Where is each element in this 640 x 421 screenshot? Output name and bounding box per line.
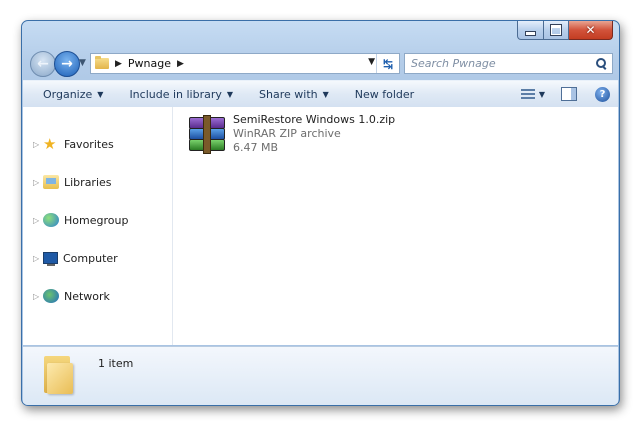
help-icon[interactable]: ? xyxy=(595,86,610,102)
navigation-pane: ▷ ★ Favorites ▷ Libraries ▷ Homegroup ▷ … xyxy=(23,107,173,345)
sidebar-item-favorites[interactable]: ▷ ★ Favorites xyxy=(33,135,114,153)
sidebar-item-label: Computer xyxy=(63,251,118,265)
back-arrow-icon: ← xyxy=(37,56,49,72)
sidebar-item-label: Libraries xyxy=(64,175,112,189)
views-dropdown-icon[interactable]: ▼ xyxy=(539,90,545,99)
expand-icon[interactable]: ▷ xyxy=(33,254,43,263)
star-icon: ★ xyxy=(43,135,57,153)
sidebar-item-computer[interactable]: ▷ Computer xyxy=(33,249,118,267)
close-icon: ✕ xyxy=(585,23,596,37)
search-icon[interactable] xyxy=(593,56,609,72)
breadcrumb-chevron-icon[interactable]: ▶ xyxy=(177,59,184,69)
minimize-button[interactable] xyxy=(517,21,544,40)
sidebar-item-label: Network xyxy=(64,289,110,303)
sidebar-item-libraries[interactable]: ▷ Libraries xyxy=(33,173,112,191)
organize-label: Organize xyxy=(43,87,93,101)
homegroup-icon xyxy=(43,213,59,227)
share-with-button[interactable]: Share with ▼ xyxy=(249,81,339,107)
sidebar-item-label: Homegroup xyxy=(64,213,129,227)
command-bar-right: ▼ ? xyxy=(520,81,610,107)
libraries-icon xyxy=(43,175,59,189)
address-dropdown-icon[interactable]: ▼ xyxy=(368,57,375,67)
explorer-window: ✕ ← → ▼ ▶ Pwnage ▶ ▼ ↹ Search Pwnage Org… xyxy=(21,20,620,406)
search-input[interactable]: Search Pwnage xyxy=(411,57,593,70)
winrar-archive-icon xyxy=(187,115,225,154)
close-button[interactable]: ✕ xyxy=(569,21,613,40)
share-with-label: Share with xyxy=(259,87,318,101)
organize-button[interactable]: Organize ▼ xyxy=(33,81,113,107)
sidebar-item-label: Favorites xyxy=(64,137,114,151)
views-icon[interactable] xyxy=(520,88,535,100)
forward-arrow-icon: → xyxy=(61,56,73,72)
back-button[interactable]: ← xyxy=(30,51,56,77)
chevron-down-icon: ▼ xyxy=(322,89,329,99)
new-folder-button[interactable]: New folder xyxy=(345,81,424,107)
refresh-icon: ↹ xyxy=(382,56,394,71)
sidebar-item-homegroup[interactable]: ▷ Homegroup xyxy=(33,211,128,229)
expand-icon[interactable]: ▷ xyxy=(33,292,43,301)
search-box[interactable]: Search Pwnage xyxy=(404,53,613,74)
file-type: WinRAR ZIP archive xyxy=(233,127,341,140)
breadcrumb-pwnage[interactable]: Pwnage xyxy=(128,57,171,70)
forward-button[interactable]: → xyxy=(54,51,80,77)
file-name: SemiRestore Windows 1.0.zip xyxy=(233,113,396,126)
expand-icon[interactable]: ▷ xyxy=(33,216,43,225)
navigation-bar: ← → ▼ ▶ Pwnage ▶ ▼ ↹ Search Pwnage xyxy=(28,50,613,77)
refresh-button[interactable]: ↹ xyxy=(376,54,399,73)
preview-pane-icon[interactable] xyxy=(561,87,577,101)
caption-buttons: ✕ xyxy=(517,21,613,40)
include-in-library-label: Include in library xyxy=(129,87,222,101)
maximize-icon xyxy=(550,24,562,36)
new-folder-label: New folder xyxy=(354,87,415,101)
maximize-button[interactable] xyxy=(544,21,569,40)
folder-icon xyxy=(44,354,74,394)
details-pane: 1 item xyxy=(23,346,618,405)
sidebar-item-network[interactable]: ▷ Network xyxy=(33,287,110,305)
file-item[interactable]: SemiRestore Windows 1.0.zip WinRAR ZIP a… xyxy=(187,113,395,161)
address-bar[interactable]: ▶ Pwnage ▶ ▼ ↹ xyxy=(90,53,400,74)
content-area: ▷ ★ Favorites ▷ Libraries ▷ Homegroup ▷ … xyxy=(23,107,618,345)
chevron-down-icon: ▼ xyxy=(97,89,104,99)
expand-icon[interactable]: ▷ xyxy=(33,178,43,187)
file-size: 6.47 MB xyxy=(233,141,279,154)
network-icon xyxy=(43,289,59,303)
breadcrumb-chevron-icon[interactable]: ▶ xyxy=(115,59,122,69)
recent-pages-dropdown[interactable]: ▼ xyxy=(79,58,86,68)
minimize-icon xyxy=(525,30,536,36)
file-info: SemiRestore Windows 1.0.zip WinRAR ZIP a… xyxy=(233,113,395,161)
include-in-library-button[interactable]: Include in library ▼ xyxy=(119,81,243,107)
computer-icon xyxy=(43,252,58,266)
item-count: 1 item xyxy=(98,357,134,370)
folder-icon xyxy=(95,56,109,69)
command-bar: Organize ▼ Include in library ▼ Share with… xyxy=(23,80,618,108)
chevron-down-icon: ▼ xyxy=(226,89,234,99)
expand-icon[interactable]: ▷ xyxy=(33,140,43,149)
